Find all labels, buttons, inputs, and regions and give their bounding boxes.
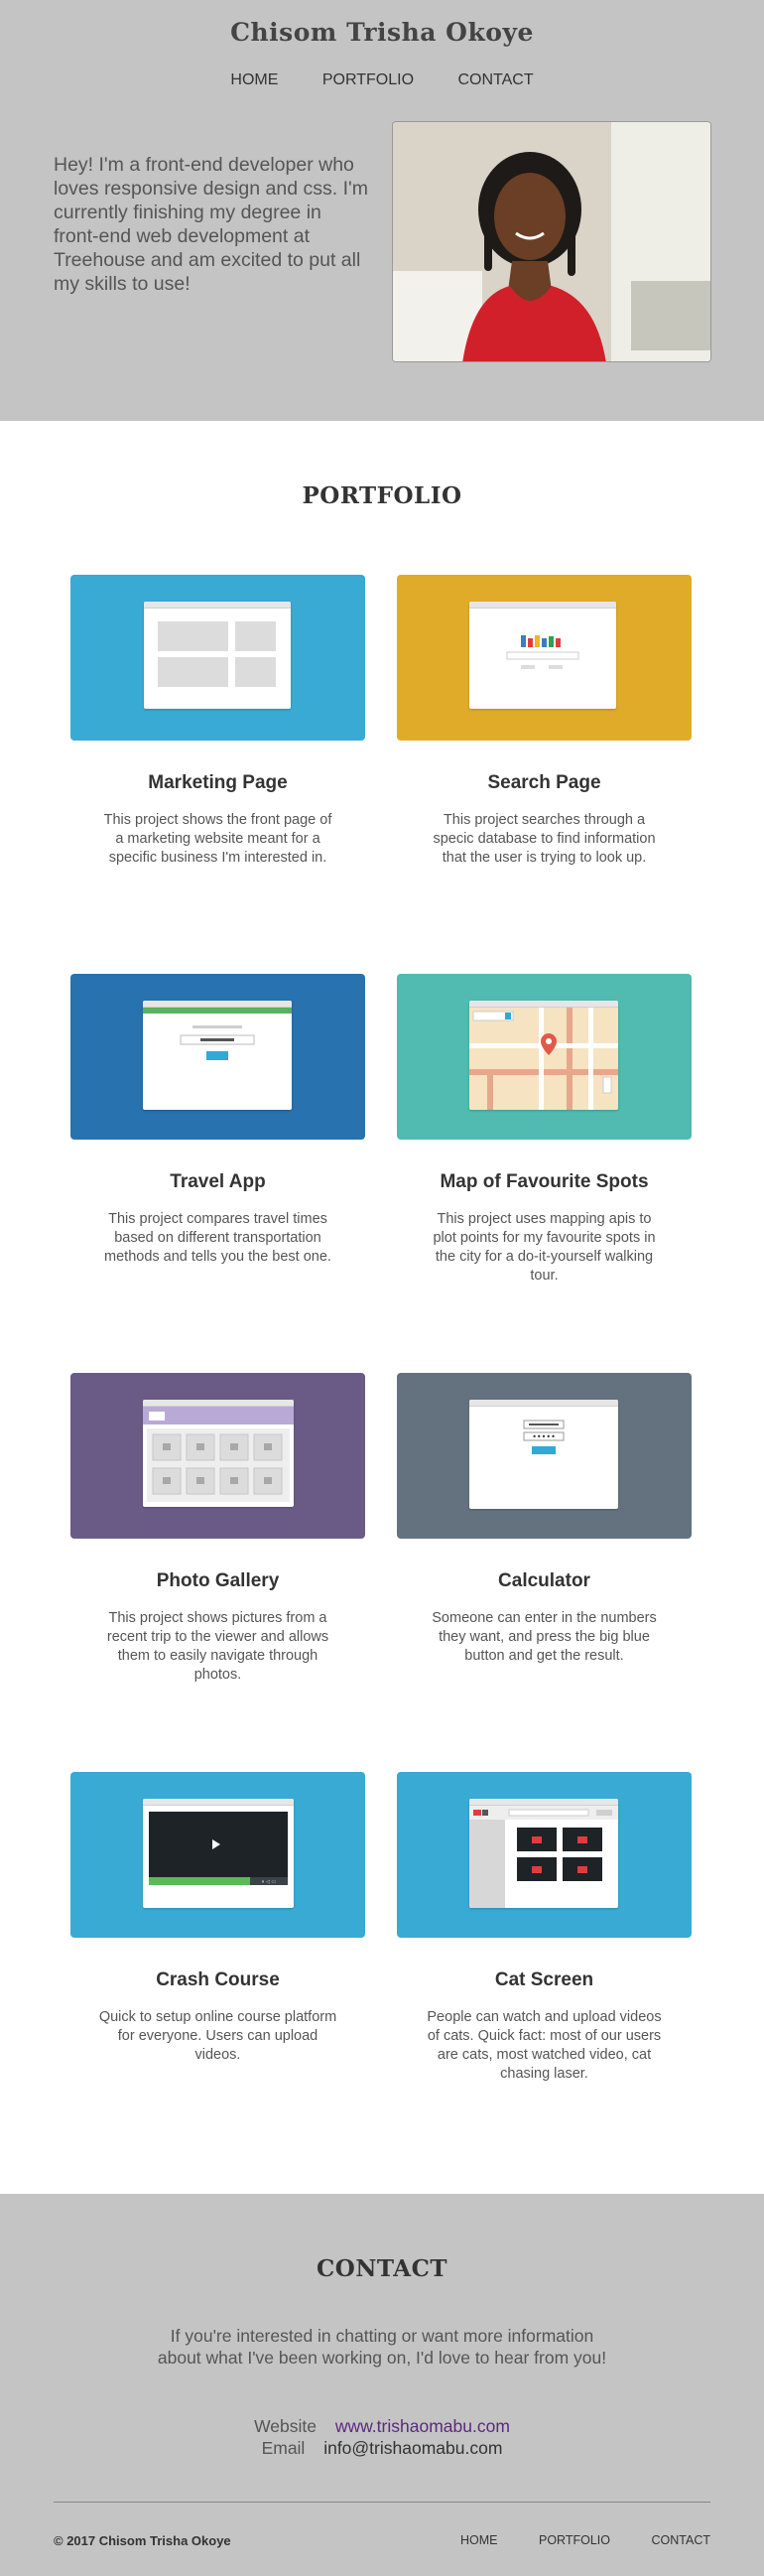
project-description: This project uses mapping apis to plot p… <box>433 1211 656 1284</box>
website-row: Website www.trishaomabu.com <box>0 2416 764 2437</box>
nav-home-link[interactable]: HOME <box>230 71 278 89</box>
copyright: © 2017 Chisom Trisha Okoye <box>54 2533 231 2548</box>
contact-text: If you're interested in chatting or want… <box>157 2326 607 2368</box>
svg-text:•••••: ••••• <box>532 1432 556 1441</box>
search-page-thumbnail[interactable] <box>397 575 692 741</box>
project-card-search-page[interactable]: Search Page This project searches throug… <box>397 575 692 868</box>
portfolio-section: PORTFOLIO Marketing Page This project sh… <box>0 421 764 2194</box>
contact-section: CONTACT If you're interested in chatting… <box>0 2194 764 2576</box>
email-row: Email info@trishaomabu.com <box>0 2438 764 2459</box>
project-description: This project shows the front page of a m… <box>103 812 332 866</box>
project-title: Cat Screen <box>494 1969 594 1990</box>
project-title: Search Page <box>487 772 601 793</box>
profile-photo-illustration <box>393 122 710 361</box>
email-label: Email <box>261 2438 306 2458</box>
project-card-marketing-page[interactable]: Marketing Page This project shows the fr… <box>70 575 365 868</box>
map-thumbnail[interactable] <box>397 974 692 1140</box>
project-card-map[interactable]: Map of Favourite Spots This project uses… <box>397 974 692 1286</box>
video-player-thumbnail[interactable]: ⏸ ◁ ▭ <box>70 1772 365 1938</box>
site-title: Chisom Trisha Okoye <box>230 18 534 47</box>
nav-portfolio-link[interactable]: PORTFOLIO <box>322 71 414 89</box>
project-title: Crash Course <box>156 1969 280 1990</box>
footer-nav-portfolio-link[interactable]: PORTFOLIO <box>539 2533 610 2547</box>
project-title: Map of Favourite Spots <box>440 1171 649 1192</box>
hero-section: Chisom Trisha Okoye HOME PORTFOLIO CONTA… <box>0 0 764 421</box>
project-card-travel-app[interactable]: Travel App This project compares travel … <box>70 974 365 1267</box>
project-description: This project compares travel times based… <box>104 1211 331 1265</box>
photo-gallery-thumbnail[interactable] <box>70 1373 365 1539</box>
website-label: Website <box>254 2416 317 2436</box>
project-card-crash-course[interactable]: ⏸ ◁ ▭ Crash Course Quick to setup online… <box>70 1772 365 2065</box>
svg-text:⏸ ◁ ▭: ⏸ ◁ ▭ <box>262 1879 277 1885</box>
project-card-photo-gallery[interactable]: Photo Gallery This project shows picture… <box>70 1373 365 1685</box>
project-description: Someone can enter in the numbers they wa… <box>432 1610 657 1664</box>
project-description: This project shows pictures from a recen… <box>106 1610 329 1683</box>
project-title: Travel App <box>170 1171 266 1192</box>
footer-nav-contact-link[interactable]: CONTACT <box>652 2533 711 2547</box>
project-title: Calculator <box>498 1570 590 1591</box>
website-link[interactable]: www.trishaomabu.com <box>335 2416 510 2436</box>
contact-title: CONTACT <box>317 2255 447 2282</box>
project-title: Marketing Page <box>148 772 288 793</box>
profile-photo <box>392 121 711 362</box>
project-card-calculator[interactable]: ••••• Calculator Someone can enter in th… <box>397 1373 692 1666</box>
project-description: People can watch and upload videos of ca… <box>427 2009 662 2082</box>
project-card-cat-screen[interactable]: Cat Screen People can watch and upload v… <box>397 1772 692 2084</box>
project-description: This project searches through a specic d… <box>433 812 656 866</box>
video-grid-thumbnail[interactable] <box>397 1772 692 1938</box>
travel-app-thumbnail[interactable] <box>70 974 365 1140</box>
footer-divider <box>54 2502 710 2503</box>
main-nav: HOME PORTFOLIO CONTACT <box>0 71 764 89</box>
project-title: Photo Gallery <box>156 1570 280 1591</box>
footer-nav-home-link[interactable]: HOME <box>460 2533 498 2547</box>
nav-contact-link[interactable]: CONTACT <box>457 71 533 89</box>
footer-nav: HOME PORTFOLIO CONTACT <box>423 2533 710 2547</box>
portfolio-title: PORTFOLIO <box>302 482 462 509</box>
project-description: Quick to setup online course platform fo… <box>98 2009 337 2063</box>
calculator-thumbnail[interactable]: ••••• <box>397 1373 692 1539</box>
marketing-page-thumbnail[interactable] <box>70 575 365 741</box>
email-value[interactable]: info@trishaomabu.com <box>323 2438 502 2458</box>
intro-text: Hey! I'm a front-end developer who loves… <box>54 154 368 295</box>
